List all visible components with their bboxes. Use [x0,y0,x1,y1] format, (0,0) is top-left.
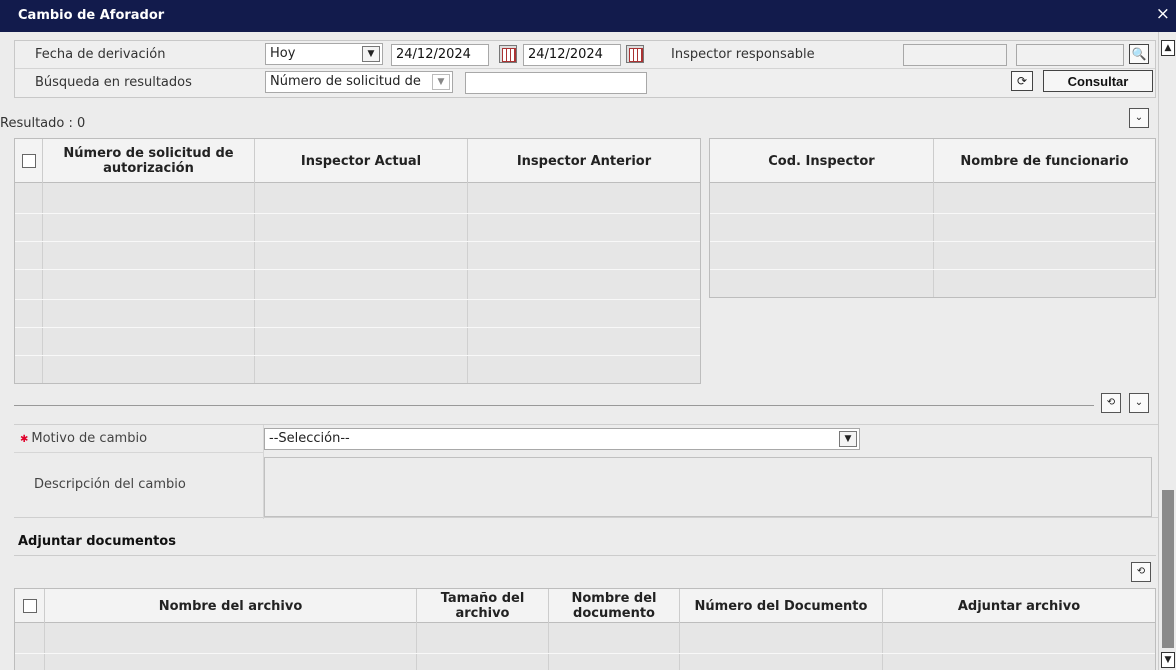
results-table-header: Número de solicitud de autorización Insp… [15,139,700,183]
inspector-code-input[interactable] [903,44,1007,66]
results-table: Número de solicitud de autorización Insp… [14,138,701,384]
change-form: ✱ Motivo de cambio --Selección-- ▼ Descri… [14,424,1158,519]
descripcion-label-cell: Descripción del cambio [14,453,264,519]
busqueda-input[interactable] [465,72,647,94]
required-asterisk-icon: ✱ [20,434,29,445]
row-divider [15,213,700,214]
col-nombre-documento[interactable]: Nombre del documento [549,589,680,623]
busqueda-select[interactable]: Número de solicitud de ▼ [265,71,453,93]
inspector-table-header: Cod. Inspector Nombre de funcionario [710,139,1155,183]
inspector-name-input[interactable] [1016,44,1124,66]
row-divider [710,241,1155,242]
fecha-label: Fecha de derivación [35,47,166,62]
date-from-input[interactable]: 24/12/2024 [391,44,489,66]
select-all-cell [15,139,43,183]
inspector-label: Inspector responsable [671,47,815,62]
row-divider [15,355,700,356]
row-divider [15,269,700,270]
chevron-down-icon[interactable]: ▼ [362,46,380,62]
col-divider [679,623,680,670]
inspector-table: Cod. Inspector Nombre de funcionario [709,138,1156,298]
window-title: Cambio de Aforador [18,8,165,23]
busqueda-label: Búsqueda en resultados [35,75,192,90]
chevron-down-icon[interactable]: ⌄ [1129,108,1149,128]
chevron-down-icon[interactable]: ▼ [432,74,450,90]
search-row-busqueda: Búsqueda en resultados Número de solicit… [15,69,1155,97]
descripcion-label: Descripción del cambio [34,477,186,492]
section-divider [14,405,1094,406]
motivo-label-text: Motivo de cambio [31,431,148,446]
refresh-icon[interactable]: ⟲ [1101,393,1121,413]
search-icon[interactable]: 🔍 [1129,44,1149,64]
descripcion-textarea[interactable] [264,457,1152,517]
col-inspector-actual[interactable]: Inspector Actual [255,139,468,183]
row-divider [15,653,1155,654]
col-divider [548,623,549,670]
refresh-icon[interactable]: ⟲ [1131,562,1151,582]
main-content: Fecha de derivación Hoy ▼ 24/12/2024 24/… [0,32,1158,670]
fecha-select-value: Hoy [270,46,296,61]
search-panel: Fecha de derivación Hoy ▼ 24/12/2024 24/… [14,40,1156,98]
scroll-up-icon[interactable]: ▲ [1161,40,1175,56]
calendar-from-icon[interactable] [499,45,517,63]
motivo-label: ✱ Motivo de cambio [20,431,147,446]
row-divider [710,269,1155,270]
search-row-fecha: Fecha de derivación Hoy ▼ 24/12/2024 24/… [15,41,1155,69]
date-to-input[interactable]: 24/12/2024 [523,44,621,66]
motivo-label-cell: ✱ Motivo de cambio [14,425,264,453]
attachments-table: Nombre del archivo Tamaño del archivo No… [14,588,1156,670]
consultar-label: Consultar [1067,73,1129,89]
close-icon[interactable]: × [1156,6,1170,23]
col-cod-inspector[interactable]: Cod. Inspector [710,139,934,183]
attachments-table-header: Nombre del archivo Tamaño del archivo No… [15,589,1155,623]
col-divider [933,183,934,297]
col-adjuntar-archivo[interactable]: Adjuntar archivo [883,589,1155,623]
scroll-thumb[interactable] [1162,490,1174,648]
attachments-select-all-checkbox[interactable] [22,599,37,613]
consultar-button[interactable]: Consultar [1043,70,1153,92]
row-divider [15,299,700,300]
attachments-title: Adjuntar documentos [18,534,176,549]
motivo-select-value: --Selección-- [269,431,350,446]
calendar-to-icon[interactable] [626,45,644,63]
col-tamano-archivo[interactable]: Tamaño del archivo [417,589,549,623]
col-divider [44,623,45,670]
attachments-title-line [14,555,1156,556]
row-divider [15,327,700,328]
row-divider [15,241,700,242]
select-all-checkbox[interactable] [21,154,36,168]
fecha-select[interactable]: Hoy ▼ [265,43,383,65]
vertical-scrollbar[interactable]: ▲ ▼ [1158,32,1176,670]
attachments-select-all-cell [15,589,45,623]
col-divider [416,623,417,670]
refresh-icon[interactable]: ⟳ [1011,71,1033,91]
col-numero-documento[interactable]: Número del Documento [680,589,883,623]
motivo-select[interactable]: --Selección-- ▼ [264,428,860,450]
window-titlebar: Cambio de Aforador × [0,0,1176,32]
col-numero-solicitud[interactable]: Número de solicitud de autorización [43,139,255,183]
row-divider [710,213,1155,214]
col-nombre-funcionario[interactable]: Nombre de funcionario [934,139,1155,183]
chevron-down-icon[interactable]: ⌄ [1129,393,1149,413]
chevron-down-icon[interactable]: ▼ [839,431,857,447]
busqueda-select-value: Número de solicitud de [270,74,421,89]
col-divider [882,623,883,670]
scroll-down-icon[interactable]: ▼ [1161,652,1175,668]
col-inspector-anterior[interactable]: Inspector Anterior [468,139,700,183]
col-nombre-archivo[interactable]: Nombre del archivo [45,589,417,623]
result-count: Resultado : 0 [0,116,86,131]
